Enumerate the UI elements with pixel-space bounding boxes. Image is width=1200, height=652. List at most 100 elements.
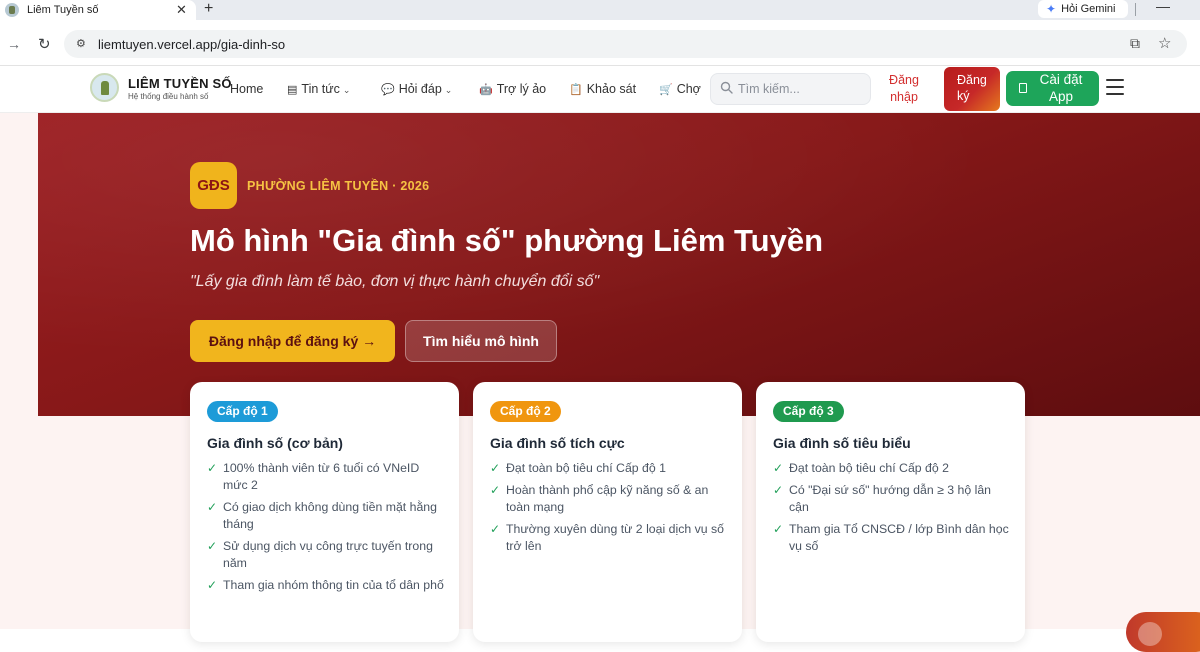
nav-tro-ly-ao-label: Trợ lý ảo <box>496 82 547 96</box>
register-button[interactable]: Đăng ký <box>944 67 1000 111</box>
page-body: GĐS PHƯỜNG LIÊM TUYỀN · 2026 Mô hình "Gi… <box>0 113 1200 642</box>
criteria-item: ✓ Tham gia nhóm thông tin của tổ dân phố <box>207 577 447 594</box>
level-card-3: Cấp độ 3 Gia đình số tiêu biểu ✓ Đạt toàn… <box>756 382 1025 642</box>
level-badge: Cấp độ 1 <box>207 401 278 422</box>
hero-glow <box>38 113 1200 416</box>
learn-model-button[interactable]: Tìm hiểu mô hình <box>405 320 557 362</box>
tab-close-icon[interactable]: ✕ <box>176 2 187 18</box>
check-icon: ✓ <box>207 539 218 553</box>
floating-chat-button[interactable] <box>1126 612 1200 652</box>
search-box[interactable] <box>710 73 871 105</box>
site-favicon-icon <box>5 3 19 17</box>
browser-address-bar: → ↻ ⚙ liemtuyen.vercel.app/gia-dinh-so ⧉… <box>0 20 1200 66</box>
nav-tro-ly-ao[interactable]: 🤖 Trợ lý ảo <box>479 82 546 96</box>
nav-cho[interactable]: 🛒 Chợ <box>659 82 701 96</box>
site-logo[interactable] <box>90 73 119 102</box>
check-icon: ✓ <box>207 578 218 592</box>
criteria-list: ✓ Đạt toàn bộ tiêu chí Cấp độ 2 ✓ Có "Đại … <box>773 460 1013 560</box>
level-title: Gia đình số tiêu biểu <box>773 435 911 451</box>
criteria-text: 100% thành viên từ 6 tuổi có VNeID mức 2 <box>223 461 420 492</box>
nav-home-label: Home <box>230 82 264 96</box>
criteria-text: Đạt toàn bộ tiêu chí Cấp độ 1 <box>506 461 666 475</box>
criteria-text: Đạt toàn bộ tiêu chí Cấp độ 2 <box>789 461 949 475</box>
criteria-item: ✓ Tham gia Tổ CNSCĐ / lớp Bình dân học vụ… <box>773 521 1013 555</box>
nav-hoi-dap-label: Hỏi đáp <box>398 82 442 96</box>
level-card-2: Cấp độ 2 Gia đình số tích cực ✓ Đạt toàn … <box>473 382 742 642</box>
omnibox[interactable]: ⚙ liemtuyen.vercel.app/gia-dinh-so ⧉ ☆ <box>64 30 1187 58</box>
site-header: LIÊM TUYỀN SỐ Hệ thống điều hành số Home… <box>0 66 1200 113</box>
chevron-down-icon: ⌄ <box>444 85 453 95</box>
check-icon: ✓ <box>207 461 218 475</box>
site-info-icon[interactable]: ⚙ <box>76 37 86 50</box>
check-icon: ✓ <box>207 500 218 514</box>
criteria-text: Tham gia nhóm thông tin của tổ dân phố <box>223 578 444 592</box>
install-app-label: Cài đặt App <box>1039 72 1083 104</box>
reload-icon[interactable]: ↻ <box>38 35 51 53</box>
nav-khao-sat-label: Khảo sát <box>586 82 637 96</box>
criteria-text: Tham gia Tổ CNSCĐ / lớp Bình dân học vụ … <box>789 522 1009 553</box>
check-icon: ✓ <box>490 461 501 475</box>
criteria-item: ✓ Sử dụng dịch vụ công trực tuyến trong n… <box>207 538 447 572</box>
level-card-1: Cấp độ 1 Gia đình số (cơ bản) ✓ 100% thàn… <box>190 382 459 642</box>
nav-home[interactable]: Home <box>230 82 263 96</box>
newspaper-icon: ▤ <box>287 84 298 96</box>
check-icon: ✓ <box>773 483 784 497</box>
criteria-list: ✓ 100% thành viên từ 6 tuổi có VNeID mức … <box>207 460 447 599</box>
back-arrow-icon[interactable]: → <box>7 36 21 52</box>
criteria-list: ✓ Đạt toàn bộ tiêu chí Cấp độ 1 ✓ Hoàn thà… <box>490 460 730 560</box>
bookmark-star-icon[interactable]: ☆ <box>1158 34 1171 52</box>
level-title: Gia đình số (cơ bản) <box>207 435 343 451</box>
criteria-text: Thường xuyên dùng từ 2 loại dịch vụ số t… <box>506 522 724 553</box>
criteria-item: ✓ Có "Đại sứ số" hướng dẫn ≥ 3 hộ lân cận <box>773 482 1013 516</box>
level-title: Gia đình số tích cực <box>490 435 625 451</box>
criteria-text: Có "Đại sứ số" hướng dẫn ≥ 3 hộ lân cận <box>789 483 992 514</box>
nav-cho-label: Chợ <box>676 82 701 96</box>
criteria-item: ✓ Có giao dịch không dùng tiền mặt hằng t… <box>207 499 447 533</box>
nav-tin-tuc-label: Tin tức <box>301 82 340 96</box>
hero-banner: GĐS PHƯỜNG LIÊM TUYỀN · 2026 Mô hình "Gi… <box>38 113 1200 416</box>
url-text[interactable]: liemtuyen.vercel.app/gia-dinh-so <box>98 37 285 52</box>
hero-quote: "Lấy gia đình làm tế bào, đơn vị thực hà… <box>190 273 600 290</box>
clipboard-icon: 📋 <box>569 84 583 96</box>
shopping-cart-icon: 🛒 <box>659 84 673 96</box>
level-badge: Cấp độ 2 <box>490 401 561 422</box>
search-icon <box>720 81 733 94</box>
criteria-text: Có giao dịch không dùng tiền mặt hằng th… <box>223 500 437 531</box>
criteria-item: ✓ Hoàn thành phổ cập kỹ năng số & an toàn… <box>490 482 730 516</box>
level-badge: Cấp độ 3 <box>773 401 844 422</box>
gds-badge: GĐS <box>190 162 237 209</box>
install-app-button[interactable]: Cài đặt App <box>1006 71 1099 106</box>
criteria-item: ✓ 100% thành viên từ 6 tuổi có VNeID mức … <box>207 460 447 494</box>
chat-bubble-icon: 💬 <box>381 84 395 96</box>
search-input[interactable] <box>738 74 868 104</box>
login-link[interactable]: Đăng nhập <box>884 72 924 106</box>
ask-gemini-button[interactable]: ✦ Hỏi Gemini <box>1038 0 1128 18</box>
chevron-down-icon: ⌄ <box>342 85 351 95</box>
toolbar-divider <box>1135 3 1136 16</box>
brand-name[interactable]: LIÊM TUYỀN SỐ <box>128 76 232 91</box>
criteria-text: Sử dụng dịch vụ công trực tuyến trong nă… <box>223 539 433 570</box>
check-icon: ✓ <box>773 461 784 475</box>
hero-eyebrow: PHƯỜNG LIÊM TUYỀN · 2026 <box>247 179 430 193</box>
download-doc-icon <box>1019 83 1027 93</box>
page-title: Mô hình "Gia đình số" phường Liêm Tuyền <box>190 223 824 258</box>
window-minimize-button[interactable]: — <box>1156 0 1170 14</box>
criteria-text: Hoàn thành phổ cập kỹ năng số & an toàn … <box>506 483 709 514</box>
brand-subtitle: Hệ thống điều hành số <box>128 92 209 101</box>
nav-hoi-dap[interactable]: 💬 Hỏi đáp ⌄ <box>381 82 452 96</box>
robot-icon: 🤖 <box>479 84 493 96</box>
browser-tab[interactable]: Liêm Tuyền số ✕ <box>0 0 196 20</box>
criteria-item: ✓ Đạt toàn bộ tiêu chí Cấp độ 1 <box>490 460 730 477</box>
new-tab-button[interactable]: + <box>204 0 213 18</box>
hamburger-menu-icon[interactable] <box>1106 79 1124 95</box>
nav-tin-tuc[interactable]: ▤ Tin tức ⌄ <box>287 82 350 96</box>
install-app-icon[interactable]: ⧉ <box>1130 35 1140 52</box>
gemini-label: Hỏi Gemini <box>1061 3 1116 15</box>
tab-title: Liêm Tuyền số <box>27 4 99 16</box>
gemini-sparkle-icon: ✦ <box>1046 2 1057 16</box>
browser-tab-bar: Liêm Tuyền số ✕ + ✦ Hỏi Gemini — <box>0 0 1200 20</box>
nav-khao-sat[interactable]: 📋 Khảo sát <box>569 82 636 96</box>
criteria-item: ✓ Đạt toàn bộ tiêu chí Cấp độ 2 <box>773 460 1013 477</box>
criteria-item: ✓ Thường xuyên dùng từ 2 loại dịch vụ số … <box>490 521 730 555</box>
login-to-register-button[interactable]: Đăng nhập để đăng ký → <box>190 320 395 362</box>
